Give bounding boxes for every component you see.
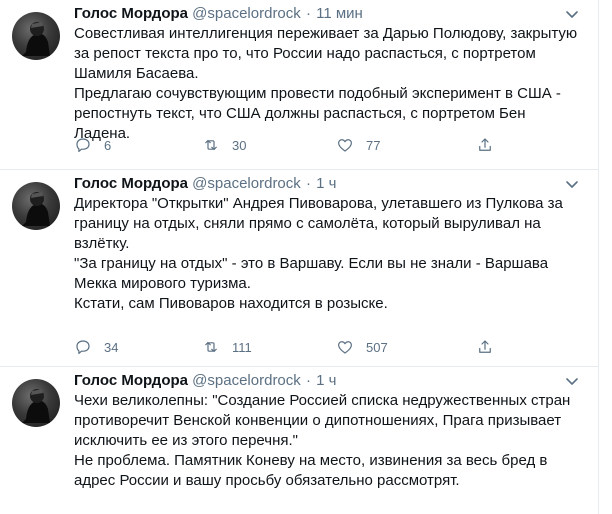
reply-button[interactable]: 34 [74, 337, 118, 357]
avatar-image [22, 192, 50, 226]
tweet-header: Голос Мордора @spacelordrock · 1 ч [74, 174, 582, 194]
tweet-time[interactable]: 11 мин [316, 5, 363, 22]
like-icon [338, 341, 352, 354]
like-count: 507 [366, 339, 388, 355]
reply-icon [76, 138, 90, 152]
author-handle[interactable]: @spacelordrock [192, 372, 301, 389]
share-button[interactable] [476, 135, 494, 155]
author-name[interactable]: Голос Мордора [74, 175, 188, 192]
reply-button[interactable]: 6 [74, 135, 111, 155]
retweet-icon [205, 139, 217, 151]
tweet-text: Совестливая интеллигенция переживает за … [74, 24, 582, 144]
tweet-paragraph: "За границу на отдых" - это в Варшаву. Е… [74, 255, 549, 292]
tweet[interactable]: Голос Мордора @spacelordrock · 1 ч Дирек… [0, 170, 598, 367]
tweet-text: Чехи великолепны: "Создание Россией спис… [74, 391, 582, 491]
tweet-paragraph: Директора "Открытки" Андрея Пивоварова, … [74, 195, 563, 252]
retweet-count: 111 [232, 339, 252, 355]
tweet[interactable]: Голос Мордора @spacelordrock · 1 ч Чехи … [0, 367, 598, 514]
tweet-actions: 34 111 507 [74, 337, 499, 357]
chevron-down-icon[interactable] [564, 174, 580, 194]
avatar[interactable] [12, 379, 60, 427]
reply-icon [76, 340, 90, 354]
separator-dot: · [305, 372, 311, 389]
tweet-paragraph: Не проблема. Памятник Коневу на место, и… [74, 452, 548, 489]
retweet-button[interactable]: 111 [202, 337, 252, 357]
tweet-header: Голос Мордора @spacelordrock · 11 мин [74, 4, 582, 24]
avatar-image [22, 22, 50, 56]
tweet-header: Голос Мордора @spacelordrock · 1 ч [74, 371, 582, 391]
avatar[interactable] [12, 182, 60, 230]
author-name[interactable]: Голос Мордора [74, 372, 188, 389]
like-count: 77 [366, 137, 381, 153]
tweet-time[interactable]: 1 ч [316, 175, 336, 192]
chevron-down-icon[interactable] [564, 4, 580, 24]
like-button[interactable]: 77 [336, 135, 380, 155]
like-button[interactable]: 507 [336, 337, 388, 357]
avatar-image [22, 389, 50, 423]
timeline: Голос Мордора @spacelordrock · 11 мин Со… [0, 0, 599, 514]
tweet-time[interactable]: 1 ч [316, 372, 336, 389]
avatar[interactable] [12, 12, 60, 60]
share-icon [479, 138, 491, 151]
tweet-body: Голос Мордора @spacelordrock · 1 ч Чехи … [74, 371, 582, 491]
share-button[interactable] [476, 337, 494, 357]
tweet[interactable]: Голос Мордора @spacelordrock · 11 мин Со… [0, 0, 598, 170]
tweet-body: Голос Мордора @spacelordrock · 11 мин Со… [74, 4, 582, 144]
separator-dot: · [305, 175, 311, 192]
author-name[interactable]: Голос Мордора [74, 5, 188, 22]
author-handle[interactable]: @spacelordrock [192, 175, 301, 192]
retweet-count: 30 [232, 137, 247, 153]
author-handle[interactable]: @spacelordrock [192, 5, 301, 22]
tweet-body: Голос Мордора @spacelordrock · 1 ч Дирек… [74, 174, 582, 314]
retweet-icon [205, 341, 217, 353]
retweet-button[interactable]: 30 [202, 135, 246, 155]
chevron-down-icon[interactable] [564, 371, 580, 391]
tweet-actions: 6 30 77 [74, 135, 499, 155]
tweet-text: Директора "Открытки" Андрея Пивоварова, … [74, 194, 582, 314]
tweet-paragraph: Совестливая интеллигенция переживает за … [74, 25, 578, 82]
reply-count: 34 [104, 339, 119, 355]
tweet-paragraph: Чехи великолепны: "Создание Россией спис… [74, 392, 571, 449]
separator-dot: · [305, 5, 311, 22]
tweet-paragraph: Кстати, сам Пивоваров находится в розыск… [74, 295, 388, 312]
reply-count: 6 [104, 137, 112, 153]
like-icon [338, 139, 352, 152]
share-icon [479, 340, 491, 353]
